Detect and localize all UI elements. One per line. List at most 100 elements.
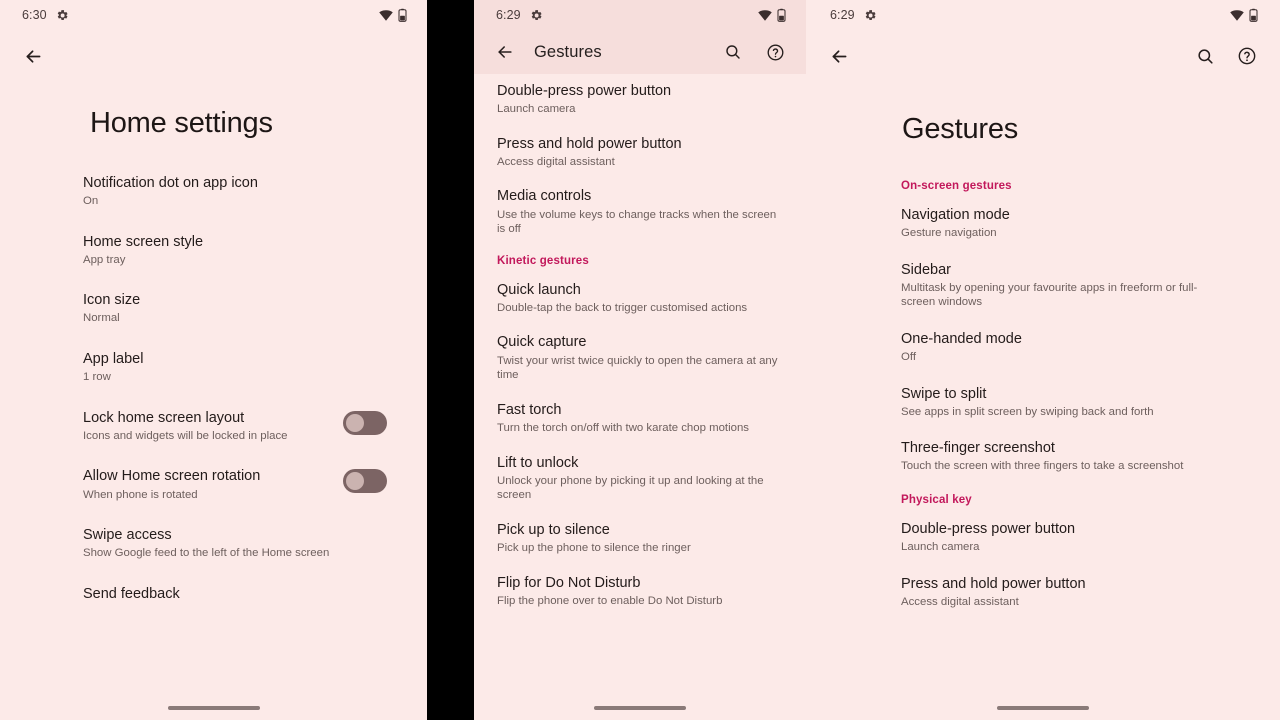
- lock-home-screen-layout-toggle[interactable]: [343, 410, 387, 435]
- list-item[interactable]: Fast torch Turn the torch on/off with tw…: [497, 401, 784, 436]
- list-item-text: Pick up to silence Pick up the phone to …: [497, 521, 784, 556]
- wifi-icon: [1230, 9, 1244, 21]
- home-indicator[interactable]: [997, 706, 1089, 710]
- gear-icon: [864, 9, 877, 22]
- list-item[interactable]: Lock home screen layout Icons and widget…: [83, 409, 387, 444]
- list-item[interactable]: Pick up to silence Pick up the phone to …: [497, 521, 784, 556]
- app-bar-actions: [1192, 43, 1260, 69]
- list-item-text: Media controls Use the volume keys to ch…: [497, 187, 784, 236]
- gear-icon: [56, 9, 69, 22]
- app-bar: [806, 30, 1280, 82]
- list-item-text: Home screen style App tray: [83, 233, 387, 268]
- help-icon[interactable]: [762, 39, 788, 65]
- app-bar-title: Gestures: [534, 42, 602, 61]
- home-indicator[interactable]: [167, 706, 260, 710]
- list-item-subtitle: Icons and widgets will be locked in plac…: [83, 429, 288, 442]
- section-header-on-screen-gestures: On-screen gestures: [901, 179, 1012, 192]
- list-item[interactable]: Navigation mode Gesture navigation: [901, 206, 1220, 241]
- list-item-title: Lock home screen layout: [83, 409, 245, 426]
- list-item-title: Home screen style: [83, 233, 204, 250]
- list-item-text: Flip for Do Not Disturb Flip the phone o…: [497, 574, 784, 609]
- list-item-title: Quick capture: [497, 334, 587, 351]
- status-time: 6:29: [496, 8, 521, 22]
- list-item-subtitle: Unlock your phone by picking it up and l…: [497, 474, 764, 502]
- section-header-kinetic-gestures: Kinetic gestures: [497, 254, 589, 267]
- list-item-subtitle: Pick up the phone to silence the ringer: [497, 541, 691, 554]
- search-icon[interactable]: [720, 39, 746, 65]
- status-bar: 6:29: [806, 0, 1280, 30]
- list-item[interactable]: Icon size Normal: [83, 291, 387, 326]
- status-bar: 6:29: [474, 0, 806, 30]
- wifi-icon: [379, 9, 393, 21]
- list-item-title: Media controls: [497, 188, 592, 205]
- list-item-subtitle: 1 row: [83, 371, 111, 384]
- list-item-subtitle: See apps in split screen by swiping back…: [901, 405, 1154, 418]
- status-bar-left: 6:30: [22, 8, 69, 22]
- list-item-subtitle: On: [83, 195, 99, 208]
- list-item-subtitle: Touch the screen with three fingers to t…: [901, 460, 1184, 473]
- list-item[interactable]: Press and hold power button Access digit…: [497, 135, 784, 170]
- list-item-text: Send feedback: [83, 585, 387, 603]
- section-header-physical-key: Physical key: [901, 494, 972, 507]
- list-item-subtitle: Show Google feed to the left of the Home…: [83, 547, 330, 560]
- list-item-subtitle: Turn the torch on/off with two karate ch…: [497, 421, 749, 434]
- search-icon[interactable]: [1192, 43, 1218, 69]
- list-item-text: Swipe to split See apps in split screen …: [901, 385, 1220, 420]
- help-icon[interactable]: [1234, 43, 1260, 69]
- list-item-title: Send feedback: [83, 585, 180, 602]
- list-item-text: One-handed mode Off: [901, 330, 1220, 365]
- list-item-title: One-handed mode: [901, 330, 1022, 347]
- status-bar-left: 6:29: [496, 8, 543, 22]
- list-item[interactable]: One-handed mode Off: [901, 330, 1220, 365]
- list-item-text: Double-press power button Launch camera: [497, 82, 784, 117]
- list-item-text: Swipe access Show Google feed to the lef…: [83, 526, 387, 561]
- list-item[interactable]: Quick capture Twist your wrist twice qui…: [497, 333, 784, 382]
- list-item[interactable]: Three-finger screenshot Touch the screen…: [901, 439, 1220, 474]
- list-item[interactable]: Swipe access Show Google feed to the lef…: [83, 526, 387, 561]
- list-item[interactable]: Press and hold power button Access digit…: [901, 575, 1220, 610]
- list-item-title: Double-press power button: [497, 83, 672, 99]
- back-arrow-icon[interactable]: [18, 41, 48, 71]
- list-item[interactable]: Allow Home screen rotation When phone is…: [83, 467, 387, 502]
- list-item-text: App label 1 row: [83, 350, 387, 385]
- list-item-title: Allow Home screen rotation: [83, 468, 261, 485]
- list-item[interactable]: App label 1 row: [83, 350, 387, 385]
- home-indicator[interactable]: [594, 706, 686, 710]
- panel-home-settings: 6:30 Home settings Notification dot on a…: [0, 0, 427, 720]
- list-item-title: App label: [83, 351, 144, 368]
- list-item-text: Allow Home screen rotation When phone is…: [83, 467, 333, 502]
- toggle-thumb: [346, 472, 364, 491]
- status-bar-right: [1230, 8, 1258, 22]
- list-item-title: Double-press power button: [901, 521, 1076, 538]
- list-item-text: Sidebar Multitask by opening your favour…: [901, 261, 1220, 310]
- list-item-text: Fast torch Turn the torch on/off with tw…: [497, 401, 784, 436]
- back-arrow-icon[interactable]: [490, 37, 520, 67]
- list-item[interactable]: Home screen style App tray: [83, 233, 387, 268]
- list-item-title: Flip for Do Not Disturb: [497, 574, 641, 591]
- settings-list: On-screen gestures Navigation mode Gestu…: [806, 180, 1280, 610]
- list-item[interactable]: Notification dot on app icon On: [83, 174, 387, 209]
- list-item-title: Swipe to split: [901, 385, 987, 402]
- list-item[interactable]: Double-press power button Launch camera: [497, 82, 784, 117]
- back-arrow-icon[interactable]: [824, 41, 854, 71]
- list-item[interactable]: Double-press power button Launch camera: [901, 520, 1220, 555]
- list-item-text: Press and hold power button Access digit…: [497, 135, 784, 170]
- list-item[interactable]: Sidebar Multitask by opening your favour…: [901, 261, 1220, 310]
- allow-home-screen-rotation-toggle[interactable]: [343, 469, 387, 494]
- list-item[interactable]: Media controls Use the volume keys to ch…: [497, 187, 784, 236]
- status-bar-left: 6:29: [830, 8, 877, 22]
- screenshot-root: 6:30 Home settings Notification dot on a…: [0, 0, 1280, 720]
- list-item-subtitle: Off: [901, 351, 916, 364]
- list-item-subtitle: Normal: [83, 312, 120, 325]
- battery-icon: [398, 8, 407, 22]
- list-item[interactable]: Send feedback: [83, 585, 387, 603]
- settings-list: Double-press power button Launch camera …: [474, 82, 806, 608]
- list-item-text: Notification dot on app icon On: [83, 174, 387, 209]
- list-item[interactable]: Swipe to split See apps in split screen …: [901, 385, 1220, 420]
- list-item[interactable]: Quick launch Double-tap the back to trig…: [497, 281, 784, 316]
- list-item[interactable]: Lift to unlock Unlock your phone by pick…: [497, 454, 784, 503]
- list-item-text: Lock home screen layout Icons and widget…: [83, 409, 333, 444]
- status-time: 6:29: [830, 8, 855, 22]
- wifi-icon: [758, 9, 772, 21]
- list-item[interactable]: Flip for Do Not Disturb Flip the phone o…: [497, 574, 784, 609]
